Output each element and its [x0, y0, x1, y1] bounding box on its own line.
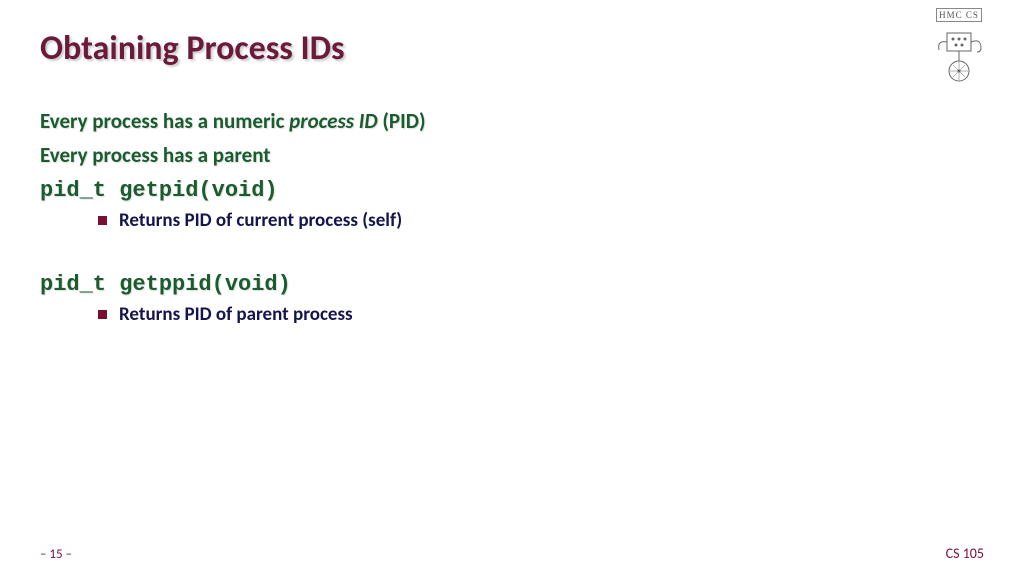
content-area: Every process has a numeric process ID (… — [40, 100, 984, 326]
line-pid-definition: Every process has a numeric process ID (… — [40, 108, 984, 134]
logo-graphic — [924, 28, 994, 86]
text-fragment-italic: process ID — [289, 108, 378, 134]
bullet-square-icon — [98, 216, 107, 225]
code-getppid: pid_t getppid(void) — [40, 272, 984, 297]
course-label: CS 105 — [946, 545, 984, 562]
bullet-item: Returns PID of current process (self) — [98, 209, 984, 232]
bullet-text-getppid: Returns PID of parent process — [119, 303, 353, 326]
bullet-item: Returns PID of parent process — [98, 303, 984, 326]
bullet-text-getpid: Returns PID of current process (self) — [119, 209, 402, 232]
slide-title: Obtaining Process IDs — [40, 28, 345, 69]
page-number: – 15 – — [40, 547, 72, 562]
hmc-cs-logo: HMC CS — [924, 8, 994, 88]
text-fragment: (PID) — [378, 108, 426, 134]
logo-banner-text: HMC CS — [936, 8, 982, 22]
bullet-square-icon — [98, 310, 107, 319]
text-fragment: Every process has a numeric — [40, 108, 289, 134]
line-parent: Every process has a parent — [40, 142, 984, 168]
code-getpid: pid_t getpid(void) — [40, 178, 984, 203]
